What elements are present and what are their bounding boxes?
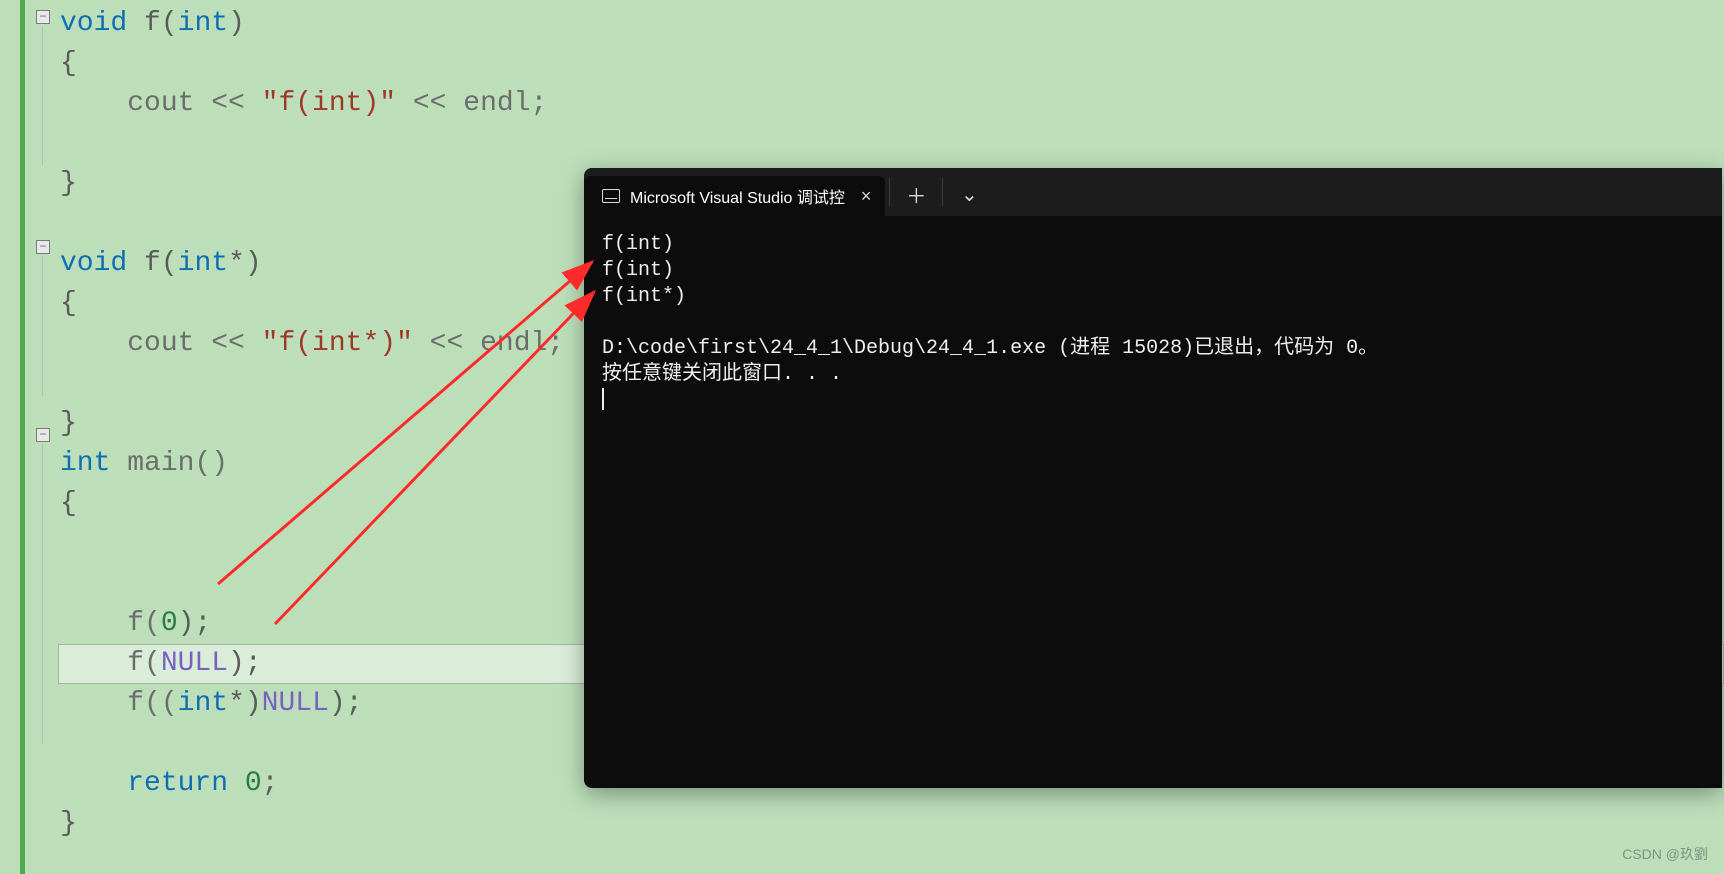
terminal-icon [602,189,620,203]
code-text: f(( [127,688,177,719]
console-output[interactable]: f(int) f(int) f(int*) D:\code\first\24_4… [584,216,1722,431]
code-text: ) [228,8,245,39]
output-line: 按任意键关闭此窗口. . . [602,363,842,386]
keyword: int [178,688,228,719]
brace: } [60,408,77,439]
code-text: f( [127,248,177,279]
keyword: void [60,248,127,279]
number-literal: 0 [161,608,178,639]
fold-toggle[interactable]: − [36,240,50,254]
code-text: ); [329,688,363,719]
null-literal: NULL [262,688,329,719]
code-text: ); [228,648,262,679]
string-literal: "f(int*)" [262,328,413,359]
brace: } [60,808,77,839]
code-text: ; [262,768,279,799]
keyword: void [60,8,127,39]
code-text [228,768,245,799]
brace: { [60,48,77,79]
fold-toggle[interactable]: − [36,428,50,442]
titlebar-separator [942,178,943,206]
fold-guide [42,444,43,744]
change-margin [20,0,25,874]
code-text: *) [228,688,262,719]
fold-toggle[interactable]: − [36,10,50,24]
keyword: int [178,248,228,279]
new-tab-button[interactable]: ＋ [894,172,938,216]
output-line: f(int) [602,233,674,256]
keyword: int [60,448,110,479]
brace: } [60,168,77,199]
number-literal: 0 [245,768,262,799]
output-line: f(int) [602,259,674,282]
code-text: cout << [127,88,261,119]
console-tab-title: Microsoft Visual Studio 调试控 [630,184,845,208]
code-text: << endl; [396,88,547,119]
code-text: f( [127,648,161,679]
code-text: *) [228,248,262,279]
string-literal: "f(int)" [262,88,396,119]
code-text: << endl; [413,328,564,359]
code-text: cout << [127,328,261,359]
debug-console-window: Microsoft Visual Studio 调试控 × ＋ ⌄ f(int)… [584,168,1722,788]
fold-guide [42,256,43,396]
output-line: f(int*) [602,285,686,308]
fold-guide [42,26,43,166]
output-line: D:\code\first\24_4_1\Debug\24_4_1.exe (进… [602,337,1378,360]
null-literal: NULL [161,648,228,679]
brace: { [60,288,77,319]
watermark: CSDN @玖劉 [1622,844,1708,864]
code-text: f( [127,8,177,39]
close-icon[interactable]: × [855,186,872,207]
brace: { [60,488,77,519]
code-area[interactable]: void f(int) { cout << "f(int)" << endl; … [60,4,564,844]
console-titlebar[interactable]: Microsoft Visual Studio 调试控 × ＋ ⌄ [584,168,1722,216]
tab-dropdown-button[interactable]: ⌄ [947,172,991,216]
code-text: f( [127,608,161,639]
keyword: return [127,768,228,799]
terminal-cursor [602,388,604,410]
code-text: main() [110,448,228,479]
console-tab[interactable]: Microsoft Visual Studio 调试控 × [584,176,885,216]
code-text: ); [178,608,212,639]
titlebar-separator [889,178,890,206]
keyword: int [178,8,228,39]
